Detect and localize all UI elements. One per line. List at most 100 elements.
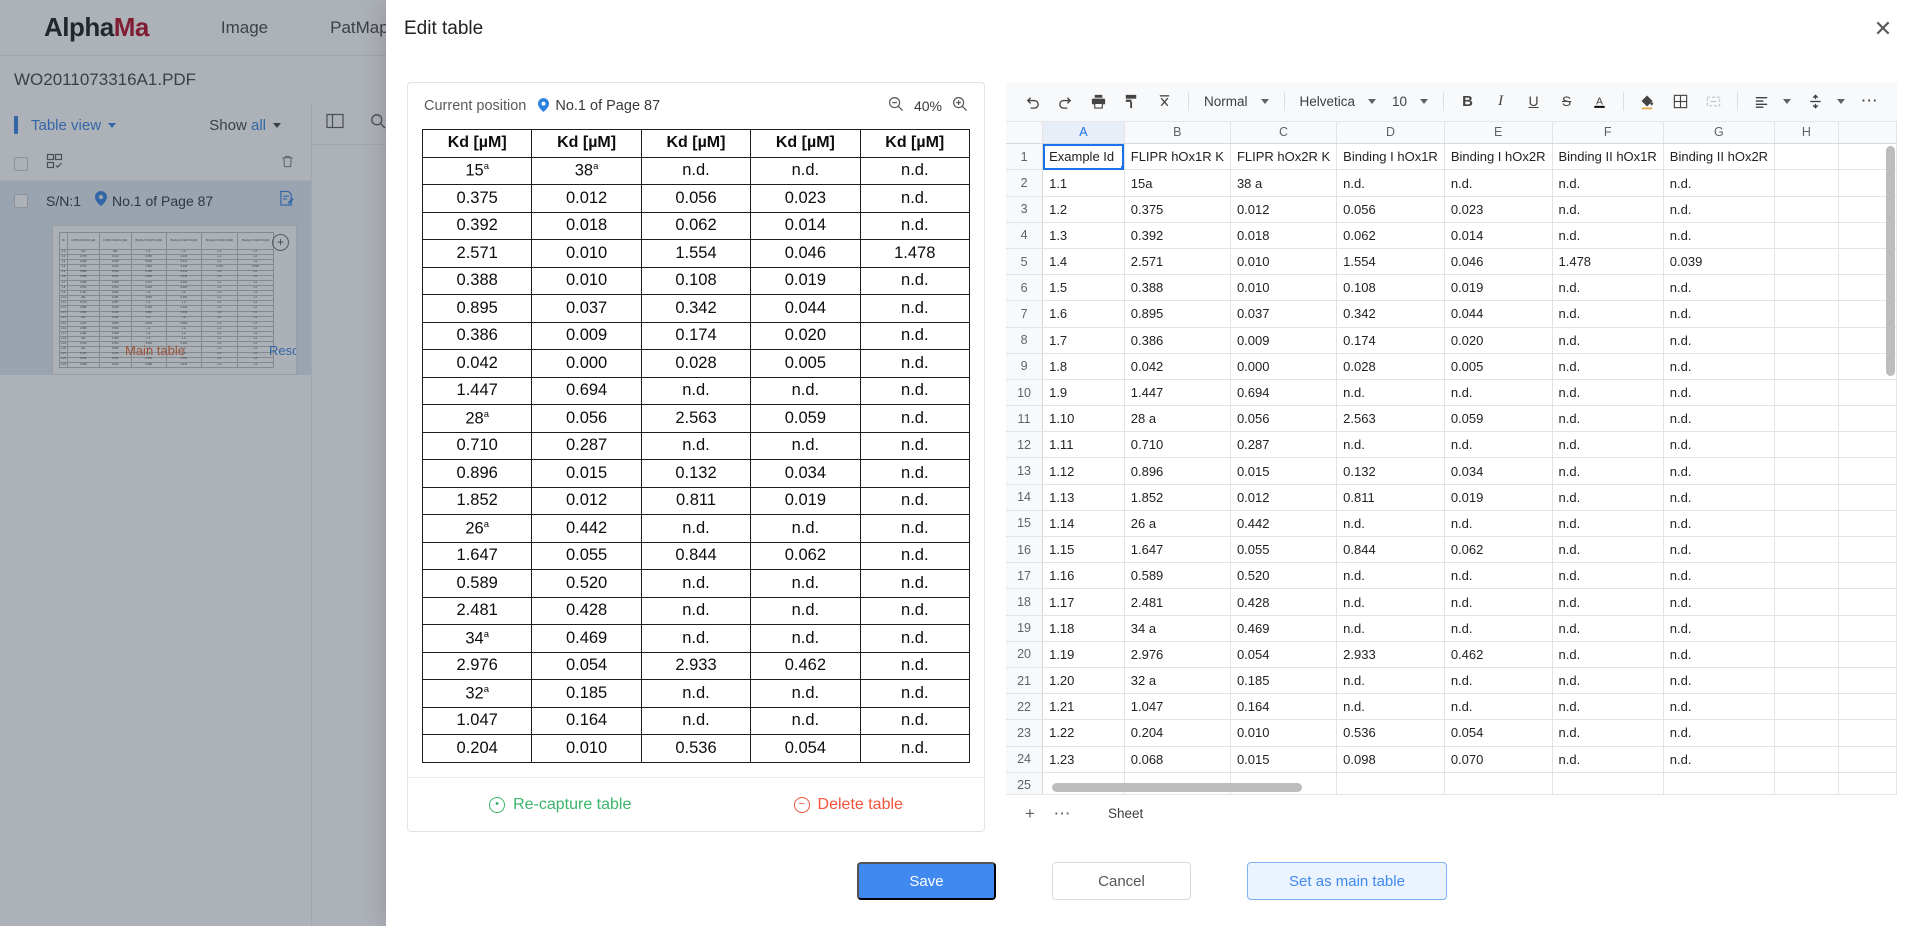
cell-g21[interactable]: n.d. — [1663, 667, 1776, 695]
column-header-e[interactable]: E — [1444, 121, 1553, 145]
cell-a15[interactable]: 1.14 — [1042, 510, 1125, 538]
row-header-18[interactable]: 18 — [1006, 588, 1044, 616]
cell-b6[interactable]: 0.388 — [1124, 274, 1231, 302]
cell-g23[interactable]: n.d. — [1663, 719, 1776, 747]
cell-f23[interactable]: n.d. — [1552, 719, 1664, 747]
column-header-h[interactable]: H — [1774, 121, 1839, 145]
zoom-in-icon[interactable] — [952, 96, 968, 117]
cell-d5[interactable]: 1.554 — [1336, 248, 1445, 276]
cell-c7[interactable]: 0.037 — [1230, 300, 1338, 328]
row-header-11[interactable]: 11 — [1006, 405, 1044, 433]
vertical-align-icon[interactable] — [1799, 87, 1853, 116]
row-header-14[interactable]: 14 — [1006, 484, 1044, 511]
row-header-21[interactable]: 21 — [1006, 667, 1044, 695]
cell-h1[interactable] — [1774, 143, 1839, 171]
cell-pad[interactable] — [1838, 641, 1897, 668]
cell-g3[interactable]: n.d. — [1663, 196, 1776, 223]
recapture-table-button[interactable]: • Re-capture table — [489, 796, 631, 814]
cell-e4[interactable]: 0.014 — [1444, 222, 1553, 249]
cell-f11[interactable]: n.d. — [1552, 405, 1664, 433]
cell-f10[interactable]: n.d. — [1552, 379, 1664, 407]
cell-d22[interactable]: n.d. — [1336, 693, 1445, 721]
cell-d9[interactable]: 0.028 — [1336, 353, 1445, 380]
cell-pad[interactable] — [1838, 536, 1897, 564]
cell-b3[interactable]: 0.375 — [1124, 196, 1231, 223]
cell-c11[interactable]: 0.056 — [1230, 405, 1338, 433]
cell-e8[interactable]: 0.020 — [1444, 327, 1553, 354]
cell-e5[interactable]: 0.046 — [1444, 248, 1553, 276]
cell-d6[interactable]: 0.108 — [1336, 274, 1445, 302]
cell-h4[interactable] — [1774, 222, 1839, 249]
borders-icon[interactable] — [1666, 87, 1695, 116]
cell-a12[interactable]: 1.11 — [1042, 431, 1125, 459]
cell-f7[interactable]: n.d. — [1552, 300, 1664, 328]
cell-g11[interactable]: n.d. — [1663, 405, 1776, 433]
cell-a17[interactable]: 1.16 — [1042, 562, 1125, 590]
cell-pad[interactable] — [1838, 405, 1897, 433]
column-header-c[interactable]: C — [1230, 121, 1338, 145]
cell-d15[interactable]: n.d. — [1336, 510, 1445, 538]
cell-a13[interactable]: 1.12 — [1042, 457, 1125, 485]
row-header-16[interactable]: 16 — [1006, 536, 1044, 564]
cell-h6[interactable] — [1774, 274, 1839, 302]
cell-c6[interactable]: 0.010 — [1230, 274, 1338, 302]
cell-b13[interactable]: 0.896 — [1124, 457, 1231, 485]
cell-f15[interactable]: n.d. — [1552, 510, 1664, 538]
undo-icon[interactable] — [1018, 87, 1047, 116]
cell-h7[interactable] — [1774, 300, 1839, 328]
cell-b4[interactable]: 0.392 — [1124, 222, 1231, 249]
cell-f2[interactable]: n.d. — [1552, 169, 1664, 197]
cell-b7[interactable]: 0.895 — [1124, 300, 1231, 328]
cell-f20[interactable]: n.d. — [1552, 641, 1664, 668]
cell-d10[interactable]: n.d. — [1336, 379, 1445, 407]
cell-h12[interactable] — [1774, 431, 1839, 459]
cell-d24[interactable]: 0.098 — [1336, 746, 1445, 773]
cell-b2[interactable]: 15a — [1124, 169, 1231, 197]
cell-b14[interactable]: 1.852 — [1124, 484, 1231, 511]
cell-e20[interactable]: 0.462 — [1444, 641, 1553, 668]
strikethrough-icon[interactable]: S — [1552, 87, 1581, 116]
more-options-icon[interactable]: ⋯ — [1855, 87, 1884, 116]
cell-h11[interactable] — [1774, 405, 1839, 433]
cell-b10[interactable]: 1.447 — [1124, 379, 1231, 407]
cell-b17[interactable]: 0.589 — [1124, 562, 1231, 590]
cell-g15[interactable]: n.d. — [1663, 510, 1776, 538]
cell-g2[interactable]: n.d. — [1663, 169, 1776, 197]
cell-a24[interactable]: 1.23 — [1042, 746, 1125, 773]
row-header-15[interactable]: 15 — [1006, 510, 1044, 538]
cell-d2[interactable]: n.d. — [1336, 169, 1445, 197]
cell-b24[interactable]: 0.068 — [1124, 746, 1231, 773]
cell-c9[interactable]: 0.000 — [1230, 353, 1338, 380]
cell-e3[interactable]: 0.023 — [1444, 196, 1553, 223]
cell-a7[interactable]: 1.6 — [1042, 300, 1125, 328]
cell-c4[interactable]: 0.018 — [1230, 222, 1338, 249]
cell-f6[interactable]: n.d. — [1552, 274, 1664, 302]
cell-a20[interactable]: 1.19 — [1042, 641, 1125, 668]
row-header-13[interactable]: 13 — [1006, 457, 1044, 485]
cell-g4[interactable]: n.d. — [1663, 222, 1776, 249]
row-header-5[interactable]: 5 — [1006, 248, 1044, 276]
save-button[interactable]: Save — [857, 862, 996, 900]
close-icon[interactable]: ✕ — [1870, 16, 1896, 42]
cell-g18[interactable]: n.d. — [1663, 588, 1776, 616]
cell-a2[interactable]: 1.1 — [1042, 169, 1125, 197]
cell-e24[interactable]: 0.070 — [1444, 746, 1553, 773]
cell-f17[interactable]: n.d. — [1552, 562, 1664, 590]
cell-b11[interactable]: 28 a — [1124, 405, 1231, 433]
cell-g20[interactable]: n.d. — [1663, 641, 1776, 668]
cell-b18[interactable]: 2.481 — [1124, 588, 1231, 616]
cell-g9[interactable]: n.d. — [1663, 353, 1776, 380]
column-header-d[interactable]: D — [1336, 121, 1445, 145]
cell-d3[interactable]: 0.056 — [1336, 196, 1445, 223]
cell-c10[interactable]: 0.694 — [1230, 379, 1338, 407]
cell-h16[interactable] — [1774, 536, 1839, 564]
cell-e12[interactable]: n.d. — [1444, 431, 1553, 459]
horizontal-align-icon[interactable] — [1745, 87, 1799, 116]
cell-a1[interactable]: Example Id — [1042, 143, 1125, 171]
redo-icon[interactable] — [1051, 87, 1080, 116]
cell-d12[interactable]: n.d. — [1336, 431, 1445, 459]
row-header-24[interactable]: 24 — [1006, 746, 1044, 773]
cell-h13[interactable] — [1774, 457, 1839, 485]
cell-a16[interactable]: 1.15 — [1042, 536, 1125, 564]
cell-pad[interactable] — [1838, 588, 1897, 616]
